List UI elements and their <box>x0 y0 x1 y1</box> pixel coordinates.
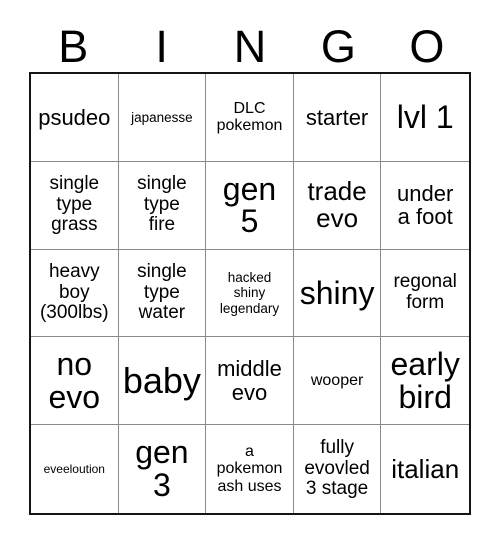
bingo-cell-label: hacked shiny legendary <box>219 270 280 316</box>
bingo-cell-label: shiny <box>299 274 375 311</box>
bingo-cell-label: italian <box>391 453 460 484</box>
bingo-cell-label: trade evo <box>307 176 367 234</box>
header-letter-o: O <box>409 21 445 72</box>
bingo-cell[interactable]: italian <box>381 425 469 513</box>
bingo-cell-label: DLC pokemon <box>216 99 283 135</box>
bingo-cell[interactable]: wooper <box>293 337 382 426</box>
bingo-cell-label: lvl 1 <box>396 99 454 136</box>
header-letter-g: G <box>320 21 356 72</box>
bingo-cell-label: single type fire <box>137 173 187 236</box>
bingo-cell-label: gen 5 <box>222 170 277 240</box>
header-letter-i: I <box>155 21 168 72</box>
bingo-card: B I N G O psudeo japanesse DLC pokemon s… <box>0 0 500 544</box>
bingo-cell[interactable]: heavy boy (300lbs) <box>31 249 119 338</box>
bingo-header-row: B I N G O <box>29 18 471 71</box>
bingo-cell-label: gen 3 <box>135 434 189 504</box>
bingo-cell[interactable]: fully evovled 3 stage <box>293 425 382 513</box>
bingo-cell[interactable]: gen 3 <box>118 425 207 513</box>
bingo-cell[interactable]: no evo <box>31 337 119 426</box>
bingo-cell[interactable]: baby <box>118 337 207 426</box>
bingo-cell-label: starter <box>305 104 369 130</box>
bingo-cell[interactable]: middle evo <box>206 337 294 426</box>
bingo-cell[interactable]: psudeo <box>31 74 119 162</box>
bingo-cell[interactable]: a pokemon ash uses <box>206 425 294 513</box>
bingo-grid: psudeo japanesse DLC pokemon starter lvl… <box>29 72 471 515</box>
bingo-cell-label: japanesse <box>131 109 193 125</box>
bingo-cell-label: baby <box>122 359 201 401</box>
bingo-cell[interactable]: shiny <box>293 249 382 338</box>
bingo-cell[interactable]: trade evo <box>293 161 382 250</box>
bingo-cell-label: heavy boy (300lbs) <box>39 261 109 324</box>
bingo-cell-label: under a foot <box>397 180 454 230</box>
bingo-cell[interactable]: single type water <box>118 249 207 338</box>
bingo-cell[interactable]: DLC pokemon <box>206 74 294 162</box>
bingo-cell[interactable]: single type fire <box>118 161 207 250</box>
header-letter-n: N <box>233 21 267 72</box>
bingo-cell[interactable]: early bird <box>381 337 469 426</box>
header-letter-b: B <box>58 21 89 72</box>
bingo-cell-label: regonal form <box>393 271 457 313</box>
bingo-cell-label: a pokemon ash uses <box>216 442 283 495</box>
bingo-cell[interactable]: japanesse <box>118 74 207 162</box>
bingo-cell[interactable]: regonal form <box>381 249 469 338</box>
bingo-cell-label: fully evovled 3 stage <box>304 437 370 500</box>
bingo-cell[interactable]: starter <box>293 74 382 162</box>
bingo-cell-label: early bird <box>390 346 460 415</box>
bingo-cell-label: middle evo <box>217 356 282 405</box>
bingo-cell[interactable]: under a foot <box>381 161 469 250</box>
bingo-cell[interactable]: hacked shiny legendary <box>206 249 294 338</box>
bingo-cell-label: single type grass <box>49 173 100 236</box>
bingo-cell-label: single type water <box>137 261 187 324</box>
bingo-cell-label: eveeloution <box>43 461 105 476</box>
bingo-cell-label: no evo <box>48 346 101 415</box>
bingo-cell-label: psudeo <box>38 104 111 130</box>
bingo-cell[interactable]: single type grass <box>31 161 119 250</box>
bingo-cell[interactable]: eveeloution <box>31 425 119 513</box>
bingo-cell[interactable]: gen 5 <box>206 161 294 250</box>
bingo-cell[interactable]: lvl 1 <box>381 74 469 162</box>
bingo-cell-label: wooper <box>310 371 364 389</box>
